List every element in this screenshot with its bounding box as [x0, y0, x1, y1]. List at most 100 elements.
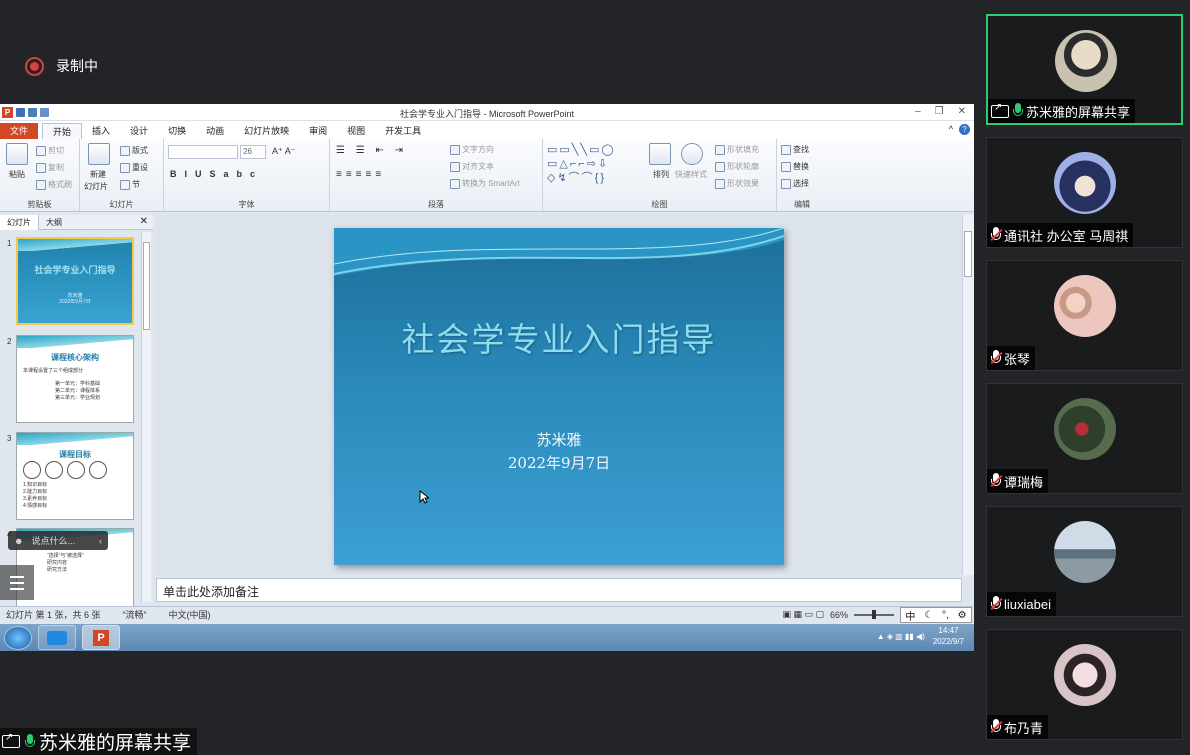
align-text-button[interactable]: 对齐文本 [450, 161, 494, 172]
participant-tile[interactable]: 谭瑞梅 [986, 383, 1183, 494]
thumbnail-title: 社会学专业入门指导 [34, 265, 116, 275]
paste-icon[interactable] [6, 143, 28, 165]
replace-button[interactable]: 替换 [781, 161, 809, 172]
tab-view[interactable]: 视图 [337, 123, 375, 139]
participant-tile[interactable]: 张琴 [986, 260, 1183, 371]
arrange-icon[interactable] [649, 143, 671, 165]
tab-outline[interactable]: 大纲 [39, 215, 69, 230]
brush-icon [36, 179, 46, 190]
clock[interactable]: 14:47 2022/9/7 [933, 625, 964, 647]
restore-icon[interactable]: ❐ [935, 106, 944, 117]
copy-button[interactable]: 复制 [36, 162, 64, 173]
collapse-icon[interactable]: ‹ [99, 536, 102, 546]
new-slide-label-1[interactable]: 新建 [90, 169, 106, 180]
font-size-buttons[interactable]: A⁺ A⁻ [272, 146, 296, 157]
scissors-icon [36, 145, 46, 156]
slide-thumbnail-3[interactable]: 课程目标 1.知识目标 2.能力目标 3.素养目标 4.情感目标 [16, 432, 134, 520]
help-icon[interactable]: ? [959, 124, 970, 135]
close-icon[interactable]: ✕ [958, 106, 966, 117]
participant-tile[interactable]: 苏米雅的屏幕共享 [986, 14, 1183, 125]
tab-transitions[interactable]: 切换 [158, 123, 196, 139]
punctuation-icon[interactable]: °, [942, 610, 949, 621]
layout-button[interactable]: 版式 [120, 145, 148, 156]
participant-name: liuxiabei [1004, 596, 1051, 612]
slide-title[interactable]: 社会学专业入门指导 [334, 313, 784, 361]
emoji-icon[interactable]: ☻ [14, 536, 23, 546]
notes-field[interactable]: 单击此处添加备注 [156, 578, 962, 602]
thumbnail-subtitle: 苏米雅 2022年9月7日 [59, 293, 91, 305]
zoom-slider[interactable] [854, 609, 894, 619]
taskbar-app-powerpoint-icon[interactable]: P [82, 625, 120, 650]
pane-close-icon[interactable]: ✕ [140, 216, 148, 227]
smartart-button[interactable]: 转换为 SmartArt [450, 178, 520, 189]
reaction-bar[interactable]: ☻ 说点什么... ‹ [8, 531, 108, 550]
participant-name: 苏米雅的屏幕共享 [1026, 104, 1131, 120]
tab-developer[interactable]: 开发工具 [375, 123, 431, 139]
paste-button[interactable]: 粘贴 [9, 169, 25, 180]
avatar [1055, 30, 1117, 92]
cut-button[interactable]: 剪切 [36, 145, 64, 156]
editor-scrollbar[interactable] [962, 215, 974, 575]
tab-animations[interactable]: 动画 [196, 123, 234, 139]
zoom-level[interactable]: 66% [830, 610, 848, 620]
shape-outline-button[interactable]: 形状轮廓 [715, 161, 759, 172]
shape-fill-button[interactable]: 形状填充 [715, 144, 759, 155]
ribbon-tabs: 文件 开始 插入 设计 切换 动画 幻灯片放映 审阅 视图 开发工具 ^ ? [0, 121, 974, 139]
tab-slideshow[interactable]: 幻灯片放映 [234, 123, 299, 139]
menu-icon[interactable] [0, 565, 34, 600]
settings-icon[interactable]: ⚙ [958, 610, 967, 621]
theme-name: “流畅” [122, 610, 147, 620]
microphone-muted-icon [990, 350, 1001, 366]
start-button-icon[interactable] [4, 625, 32, 650]
slide-subtitle[interactable]: 苏米雅 2022年9月7日 [334, 429, 784, 475]
shapes-gallery[interactable]: ▭▭╲╲▭◯ ▭△⌐⌐⇨⇩ ◇↯⌒⌒{} [547, 143, 641, 185]
font-size-select[interactable]: 26 [240, 145, 266, 159]
section-button[interactable]: 节 [120, 179, 140, 190]
arrange-button[interactable]: 排列 [653, 169, 669, 180]
tab-design[interactable]: 设计 [120, 123, 158, 139]
taskbar-app-meeting-icon[interactable] [38, 625, 76, 650]
tab-home[interactable]: 开始 [42, 123, 83, 139]
tab-review[interactable]: 审阅 [299, 123, 337, 139]
participant-tile[interactable]: 通讯社 办公室 马周祺 [986, 137, 1183, 248]
avatar [1054, 275, 1116, 337]
reset-button[interactable]: 重设 [120, 162, 148, 173]
slide-thumbnail-2[interactable]: 课程核心架构 本课程设置了三个组成部分 第一单元：学科基础 第二单元：课程体系 … [16, 335, 134, 423]
find-button[interactable]: 查找 [781, 144, 809, 155]
ime-mode[interactable]: 中 [905, 608, 915, 623]
tab-slides[interactable]: 幻灯片 [0, 214, 39, 230]
ribbon-collapse-icon[interactable]: ^ [949, 124, 953, 135]
tray-icons[interactable]: ▲ ◈ ▥ ▮▮ ◀) [877, 632, 925, 641]
language-indicator[interactable]: 中文(中国) [169, 608, 211, 621]
thumbnail-scrollbar[interactable] [141, 232, 151, 602]
shape-effects-button[interactable]: 形状效果 [715, 178, 759, 189]
align-text-icon [450, 161, 460, 172]
participant-tile[interactable]: 布乃青 [986, 629, 1183, 740]
view-buttons[interactable]: ▣ ▦ ▭ ▢ [782, 609, 824, 620]
minimize-icon[interactable]: – [915, 106, 921, 117]
text-direction-button[interactable]: 文字方向 [450, 144, 494, 155]
select-button[interactable]: 选择 [781, 178, 809, 189]
format-painter-button[interactable]: 格式刷 [36, 179, 72, 190]
font-style-buttons[interactable]: BIUSabc [170, 169, 263, 179]
current-slide[interactable]: 社会学专业入门指导 苏米雅 2022年9月7日 [334, 228, 784, 565]
chat-input[interactable]: 说点什么... [31, 534, 75, 547]
new-slide-label-2[interactable]: 幻灯片 [84, 181, 108, 192]
tab-insert[interactable]: 插入 [82, 123, 120, 139]
moon-icon[interactable]: ☾ [924, 610, 933, 621]
align-buttons[interactable]: ≡≡≡≡≡ [336, 169, 385, 180]
slide-date: 2022年9月7日 [507, 454, 611, 472]
list-buttons[interactable]: ☰ ☰ ⇤ ⇥ [336, 145, 407, 156]
quick-styles-icon[interactable] [681, 143, 703, 165]
ime-toolbar[interactable]: 中 ☾ °, ⚙ [900, 607, 972, 623]
microphone-muted-icon [990, 473, 1001, 489]
tab-file[interactable]: 文件 [0, 123, 39, 139]
group-label-slides: 幻灯片 [109, 200, 134, 209]
font-family-select[interactable] [168, 145, 238, 159]
slide-thumbnail-1[interactable]: 社会学专业入门指导 苏米雅 2022年9月7日 [16, 237, 134, 325]
thumbnail-body: 本课程设置了三个组成部分 第一单元：学科基础 第二单元：课程体系 第三单元：学业… [23, 368, 101, 401]
quick-styles-button[interactable]: 快速样式 [675, 169, 707, 180]
participant-tile[interactable]: liuxiabei [986, 506, 1183, 617]
new-slide-icon[interactable] [88, 143, 110, 165]
section-icon [120, 179, 130, 190]
